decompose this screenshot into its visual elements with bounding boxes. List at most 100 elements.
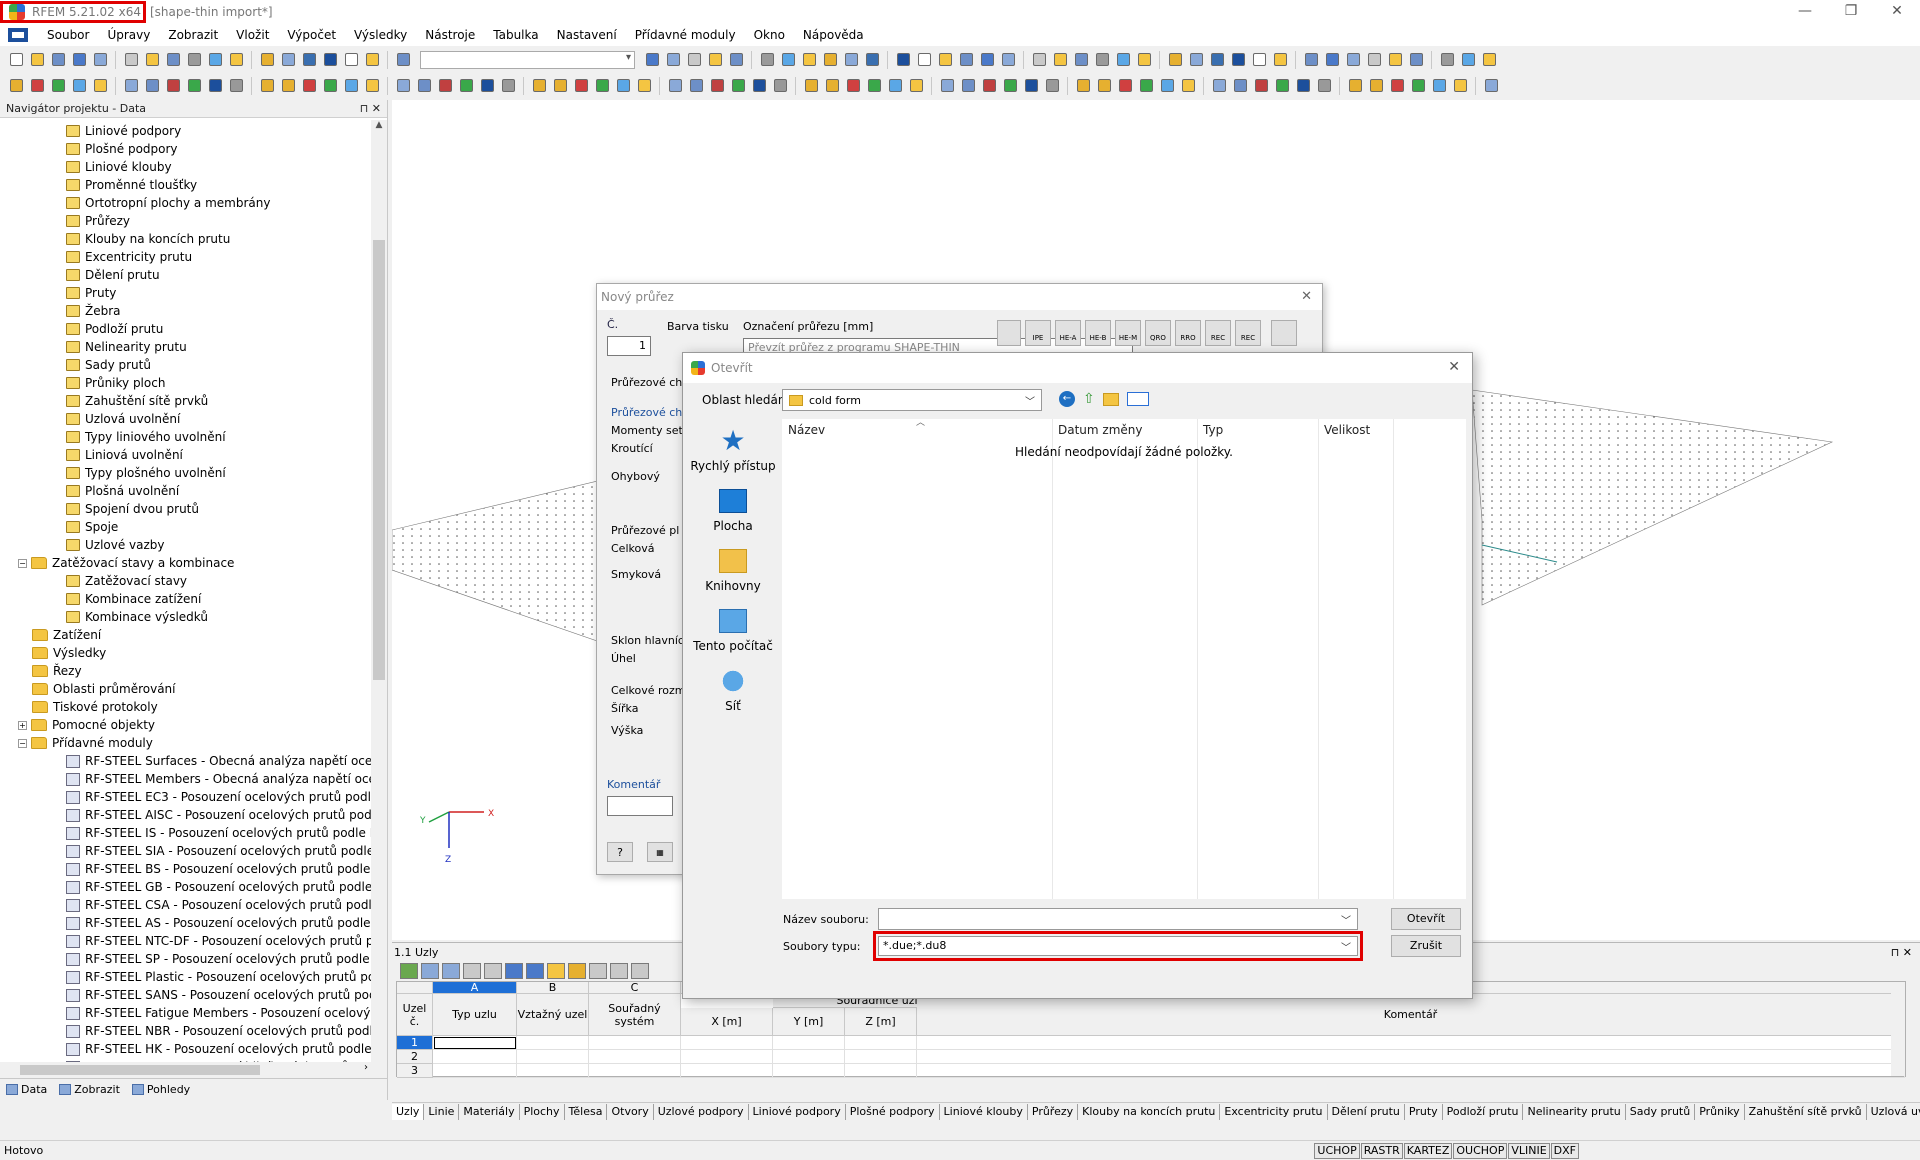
toolbar-tool-icon[interactable] (1165, 50, 1185, 70)
sheet-tab[interactable]: Materiály (459, 1103, 520, 1120)
sheet-tab[interactable]: Podloží prutu (1443, 1103, 1524, 1120)
toolbar-tool-icon[interactable] (90, 50, 110, 70)
section-type-button[interactable]: REC (1205, 320, 1231, 346)
table-cell[interactable] (433, 1064, 517, 1078)
chevron-down-icon[interactable]: ﹀ (1341, 912, 1351, 932)
tree-item[interactable]: Zatížení (0, 626, 372, 644)
toolbar-tool-icon[interactable] (893, 50, 913, 70)
table-cell[interactable] (681, 1036, 773, 1050)
toolbar-tool-icon[interactable] (1115, 76, 1135, 96)
toolbar-tool-icon[interactable] (1228, 50, 1248, 70)
new-section-close-icon[interactable]: ✕ (1301, 284, 1312, 310)
toolbar-tool-icon[interactable] (257, 76, 277, 96)
toolbar-tool-icon[interactable] (6, 76, 26, 96)
tree-item[interactable]: − Přídavné moduly (0, 734, 372, 752)
toolbar-tool-icon[interactable] (1178, 76, 1198, 96)
tree-item[interactable]: Sady prutů (0, 356, 372, 374)
toolbar-tool-icon[interactable] (705, 50, 725, 70)
section-settings-icon[interactable] (1271, 320, 1297, 346)
menu-calculate[interactable]: Výpočet (278, 28, 345, 42)
table-tool-icon[interactable] (400, 963, 418, 979)
toolbar-tool-icon[interactable] (320, 76, 340, 96)
toolbar-tool-icon[interactable] (226, 76, 246, 96)
toolbar-tool-icon[interactable] (1450, 76, 1470, 96)
toolbar-tool-icon[interactable] (163, 50, 183, 70)
sheet-tab[interactable]: Uzlová uvolnění (1867, 1104, 1920, 1120)
tree-item[interactable]: Výsledky (0, 644, 372, 662)
place-libraries[interactable]: Knihovny (689, 537, 777, 597)
toolbar-tool-icon[interactable] (1042, 76, 1062, 96)
collapse-icon[interactable]: − (18, 738, 27, 748)
toolbar-tool-icon[interactable] (184, 50, 204, 70)
table-cell[interactable] (681, 1064, 773, 1078)
toolbar-tool-icon[interactable] (48, 76, 68, 96)
section-type-button[interactable]: REC (1235, 320, 1261, 346)
toolbar-tool-icon[interactable] (906, 76, 926, 96)
toolbar-tool-icon[interactable] (1406, 50, 1426, 70)
tree-item[interactable]: Excentricity prutu (0, 248, 372, 266)
tree-item[interactable]: RF-STEEL SANS - Posouzení ocelových prut… (0, 986, 372, 1004)
tree-item[interactable]: RF-STEEL SP - Posouzení ocelových prutů … (0, 950, 372, 968)
tree-item[interactable]: Typy liniového uvolnění (0, 428, 372, 446)
table-pin-close-icon[interactable]: ⊓ ✕ (1891, 946, 1912, 959)
toolbar-tool-icon[interactable] (977, 50, 997, 70)
tree-item[interactable]: RF-STEEL Surfaces - Obecná analýza napět… (0, 752, 372, 770)
column-date[interactable]: Datum změny (1058, 423, 1143, 439)
up-folder-icon[interactable]: ⇧ (1083, 391, 1095, 407)
toolbar-tool-icon[interactable] (726, 50, 746, 70)
toolbar-tool-icon[interactable] (69, 76, 89, 96)
table-cell[interactable] (517, 1036, 589, 1050)
table-cell[interactable] (589, 1064, 681, 1078)
toolbar-tool-icon[interactable] (665, 76, 685, 96)
status-toggle-button[interactable]: OUCHOP (1453, 1142, 1508, 1159)
tree-item[interactable]: Spojení dvou prutů (0, 500, 372, 518)
column-size[interactable]: Velikost (1324, 423, 1370, 439)
toolbar-tool-icon[interactable] (1092, 50, 1112, 70)
toolbar-tool-icon[interactable] (1073, 76, 1093, 96)
toolbar-tool-icon[interactable] (799, 50, 819, 70)
column-name[interactable]: Název (788, 423, 825, 439)
open-button[interactable]: Otevřít (1391, 908, 1461, 930)
tree-item[interactable]: RF-STEEL NBR - Posouzení ocelových prutů… (0, 1022, 372, 1040)
table-cell[interactable] (917, 1050, 1905, 1064)
table-tool-icon[interactable] (463, 963, 481, 979)
tree-item[interactable]: RF-STEEL Members - Obecná analýza napětí… (0, 770, 372, 788)
table-tool-icon[interactable] (631, 963, 649, 979)
view-combo[interactable] (420, 50, 635, 69)
help-icon[interactable]: ? (607, 842, 633, 862)
toolbar-tool-icon[interactable] (341, 50, 361, 70)
toolbar-tool-icon[interactable] (278, 76, 298, 96)
back-icon[interactable]: ← (1059, 391, 1075, 407)
toolbar-tool-icon[interactable] (822, 76, 842, 96)
toolbar-tool-icon[interactable] (1071, 50, 1091, 70)
section-type-button[interactable]: QRO (1145, 320, 1171, 346)
navigator-scroll-thumb[interactable] (373, 240, 385, 680)
toolbar-tool-icon[interactable] (864, 76, 884, 96)
toolbar-tool-icon[interactable] (1209, 76, 1229, 96)
tree-item[interactable]: Žebra (0, 302, 372, 320)
sheet-tab[interactable]: Dělení prutu (1328, 1103, 1405, 1120)
menu-insert[interactable]: Vložit (227, 28, 278, 42)
place-network[interactable]: Síť (689, 657, 777, 717)
toolbar-tool-icon[interactable] (1230, 76, 1250, 96)
table-cell[interactable] (917, 1064, 1905, 1078)
sheet-tab[interactable]: Zahuštění sítě prvků (1745, 1103, 1867, 1120)
toolbar-tool-icon[interactable] (299, 50, 319, 70)
tree-item[interactable]: Plošná uvolnění (0, 482, 372, 500)
toolbar-tool-icon[interactable] (686, 76, 706, 96)
tree-item[interactable]: Liniové podpory (0, 122, 372, 140)
toolbar-tool-icon[interactable] (205, 50, 225, 70)
mdi-document-icon[interactable] (8, 28, 28, 42)
toolbar-tool-icon[interactable] (820, 50, 840, 70)
toolbar-tool-icon[interactable] (1000, 76, 1020, 96)
toolbar-tool-icon[interactable] (1385, 50, 1405, 70)
sheet-tab[interactable]: Linie (424, 1103, 460, 1120)
toolbar-tool-icon[interactable] (142, 50, 162, 70)
section-no-field[interactable]: 1 (607, 336, 651, 356)
table-cell[interactable] (773, 1036, 845, 1050)
tree-item[interactable]: Ortotropní plochy a membrány (0, 194, 372, 212)
status-toggle-button[interactable]: VLINIE (1508, 1142, 1550, 1159)
toolbar-tool-icon[interactable] (1322, 50, 1342, 70)
toolbar-tool-icon[interactable] (1343, 50, 1363, 70)
toolbar-tool-icon[interactable] (1458, 50, 1478, 70)
